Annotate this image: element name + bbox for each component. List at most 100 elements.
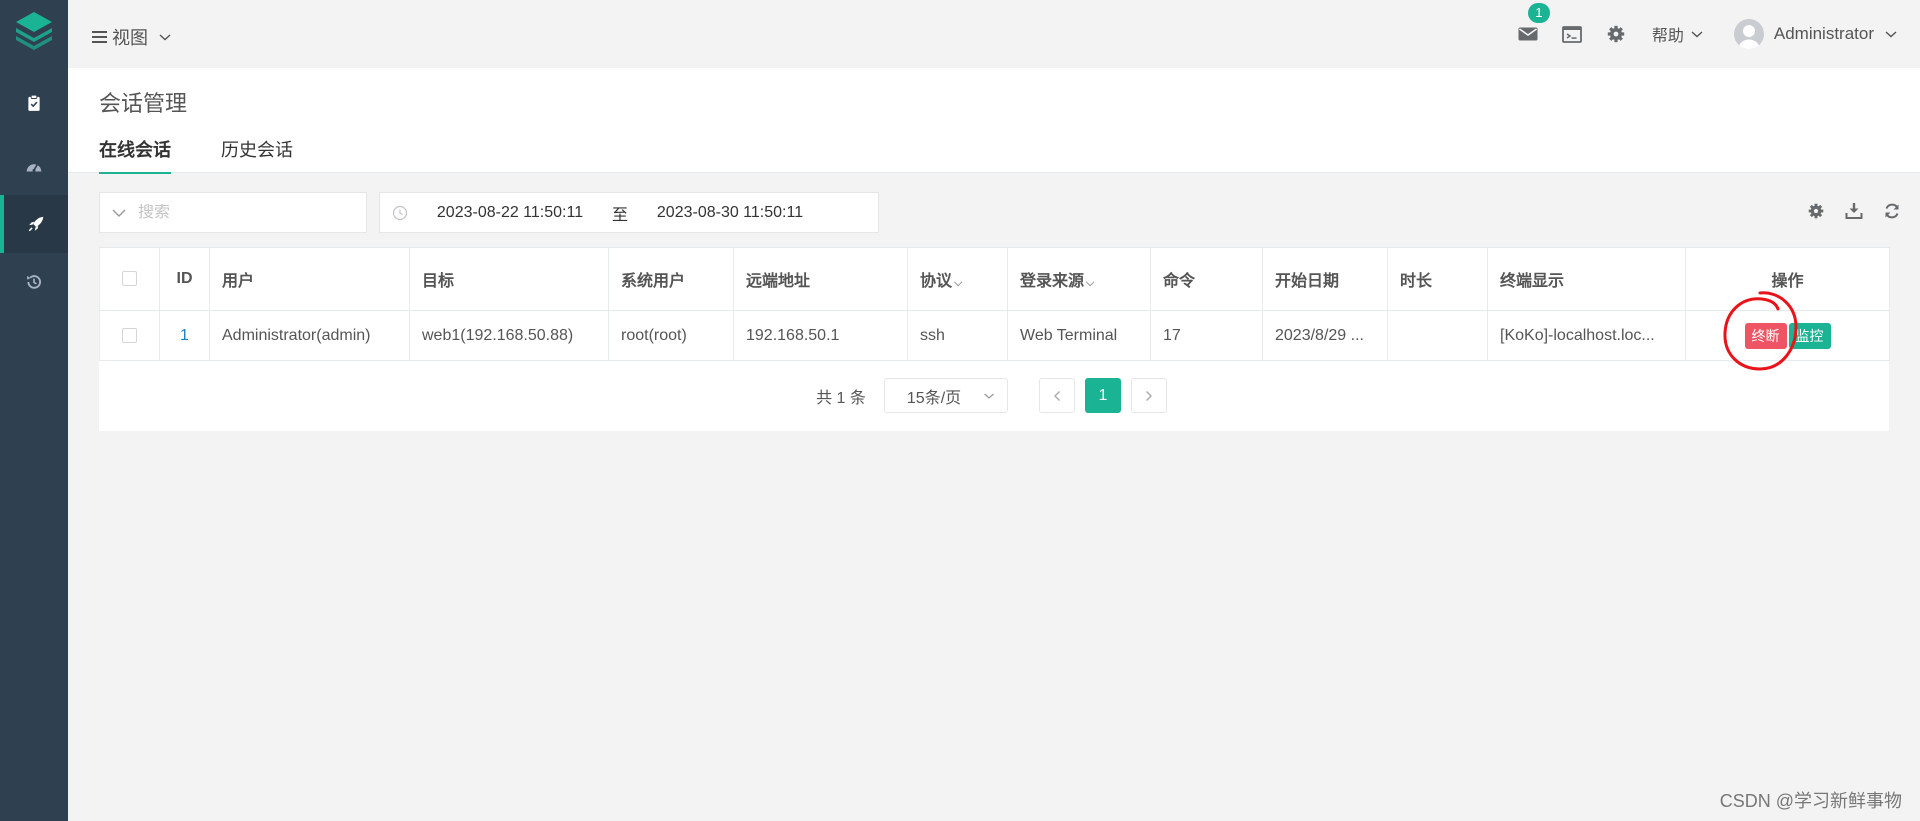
- notifications-button[interactable]: 1: [1506, 0, 1550, 68]
- column-header-terminal: 终端显示: [1487, 247, 1686, 311]
- pagination: 共 1 条 15条/页 1: [99, 360, 1889, 431]
- column-header-duration: 时长: [1387, 247, 1488, 311]
- row-date-start-cell: 2023/8/29 ...: [1262, 310, 1388, 361]
- rocket-icon: [28, 216, 44, 232]
- terminate-button[interactable]: 终断: [1744, 322, 1787, 349]
- column-header-login-from-label: 登录来源: [1020, 273, 1085, 290]
- gauge-icon: [26, 163, 42, 172]
- settings-button[interactable]: [1594, 0, 1638, 68]
- pagination-total: 共 1 条: [816, 389, 866, 407]
- sidebar-item-sessions[interactable]: [0, 195, 68, 253]
- chevron-down-icon: [112, 209, 126, 217]
- column-header-target: 目标: [409, 247, 609, 311]
- sessions-table-panel: ID 用户 目标 系统用户 远端地址 协议 ⌵ 登录来源 ⌵ 命令 开始日期 时长 …: [99, 247, 1890, 431]
- top-header: 视图 1 帮助 Administrator: [68, 0, 1920, 68]
- sidebar: [0, 0, 68, 821]
- date-start-input[interactable]: [420, 203, 600, 222]
- view-menu-toggle[interactable]: 视图: [92, 24, 172, 50]
- gear-icon: [1607, 25, 1625, 43]
- page-size-value: 15条/页: [906, 389, 962, 407]
- help-menu[interactable]: 帮助: [1652, 22, 1704, 46]
- chevron-left-icon: [1053, 390, 1060, 401]
- user-name: Administrator: [1773, 24, 1874, 43]
- session-id-link[interactable]: 1: [180, 327, 189, 344]
- date-end-input[interactable]: [640, 203, 820, 222]
- row-checkbox[interactable]: [99, 310, 160, 361]
- clipboard-icon: [28, 94, 40, 111]
- date-range-picker[interactable]: 至: [379, 192, 879, 233]
- row-actions-cell: 终断 监控: [1685, 291, 1890, 371]
- search-dropdown-toggle[interactable]: [100, 208, 138, 218]
- gear-icon: [1808, 203, 1824, 219]
- help-label: 帮助: [1651, 28, 1684, 45]
- chevron-right-icon: [1145, 390, 1152, 401]
- notification-badge: 1: [1527, 3, 1550, 23]
- tab-history-sessions[interactable]: 历史会话: [221, 136, 293, 174]
- column-header-date-start: 开始日期: [1262, 247, 1388, 311]
- chevron-down-icon: [1885, 31, 1897, 38]
- export-button[interactable]: [1844, 200, 1864, 222]
- page-heading: 会话管理 在线会话 历史会话: [68, 68, 1920, 174]
- column-header-command: 命令: [1150, 247, 1263, 311]
- filter-caret-icon: ⌵: [954, 277, 963, 289]
- table-tools: [1806, 200, 1902, 222]
- row-id-cell: 1: [159, 310, 210, 361]
- table-header-row: ID 用户 目标 系统用户 远端地址 协议 ⌵ 登录来源 ⌵ 命令 开始日期 时长 …: [99, 247, 1890, 311]
- app-root: 视图 1 帮助 Administrator 会话管理 在线会话 历史会话 搜索 …: [0, 0, 1920, 821]
- row-remote-addr-cell: 192.168.50.1: [733, 310, 908, 361]
- refresh-button[interactable]: [1882, 200, 1902, 222]
- clock-icon: [380, 205, 420, 221]
- row-login-from-cell: Web Terminal: [1007, 310, 1151, 361]
- column-header-login-from[interactable]: 登录来源 ⌵: [1007, 247, 1151, 311]
- envelope-icon: [1518, 27, 1538, 41]
- tab-online-sessions[interactable]: 在线会话: [99, 136, 171, 174]
- refresh-icon: [1885, 203, 1899, 219]
- download-icon: [1845, 203, 1863, 219]
- web-terminal-button[interactable]: [1550, 0, 1594, 68]
- page-title: 会话管理: [99, 91, 188, 116]
- column-header-protocol-label: 协议: [920, 273, 953, 290]
- avatar: [1733, 19, 1764, 49]
- table-row: 1 Administrator(admin) web1(192.168.50.8…: [99, 291, 1890, 371]
- history-icon: [27, 275, 42, 289]
- chevron-down-icon: [983, 393, 994, 399]
- date-range-separator: 至: [611, 206, 628, 224]
- filter-caret-icon: ⌵: [1086, 277, 1095, 289]
- hamburger-icon: [92, 31, 107, 43]
- table-settings-button[interactable]: [1806, 200, 1826, 222]
- sidebar-item-dashboard[interactable]: [0, 138, 68, 196]
- chevron-down-icon: [1691, 31, 1703, 38]
- row-terminal-cell: [KoKo]-localhost.loc...: [1487, 310, 1686, 361]
- next-page-button[interactable]: [1130, 378, 1167, 413]
- search-field[interactable]: [99, 192, 367, 233]
- prev-page-button[interactable]: [1038, 378, 1075, 413]
- view-label: 视图: [112, 28, 148, 48]
- column-header-system-user: 系统用户: [608, 247, 734, 311]
- app-logo[interactable]: [14, 10, 54, 54]
- monitor-button[interactable]: 监控: [1788, 322, 1831, 349]
- select-all-checkbox[interactable]: [99, 247, 160, 311]
- column-header-id: ID: [159, 247, 210, 311]
- sidebar-item-history[interactable]: [0, 253, 68, 311]
- row-system-user-cell: root(root): [608, 310, 734, 361]
- header-actions: 1 帮助 Administrator: [1506, 0, 1920, 68]
- column-header-user: 用户: [209, 247, 410, 311]
- row-protocol-cell: ssh: [907, 310, 1008, 361]
- user-menu[interactable]: Administrator: [1733, 19, 1898, 49]
- row-user-cell: Administrator(admin): [209, 310, 410, 361]
- column-header-actions: 操作: [1685, 247, 1890, 311]
- row-command-cell: 17: [1150, 310, 1263, 361]
- row-target-cell: web1(192.168.50.88): [409, 310, 609, 361]
- column-header-protocol[interactable]: 协议 ⌵: [907, 247, 1008, 311]
- sidebar-item-tasks[interactable]: [0, 74, 68, 132]
- page-number-button[interactable]: 1: [1084, 378, 1121, 413]
- search-input[interactable]: [138, 203, 338, 222]
- column-header-remote-addr: 远端地址: [733, 247, 908, 311]
- terminal-icon: [1561, 25, 1582, 43]
- sessions-table: ID 用户 目标 系统用户 远端地址 协议 ⌵ 登录来源 ⌵ 命令 开始日期 时长 …: [99, 247, 1890, 371]
- row-duration-cell: [1387, 310, 1488, 361]
- session-tabs: 在线会话 历史会话: [99, 136, 293, 174]
- watermark: CSDN @学习新鲜事物: [1719, 791, 1902, 811]
- chevron-down-icon: [159, 34, 171, 41]
- page-size-select[interactable]: 15条/页: [883, 378, 1008, 413]
